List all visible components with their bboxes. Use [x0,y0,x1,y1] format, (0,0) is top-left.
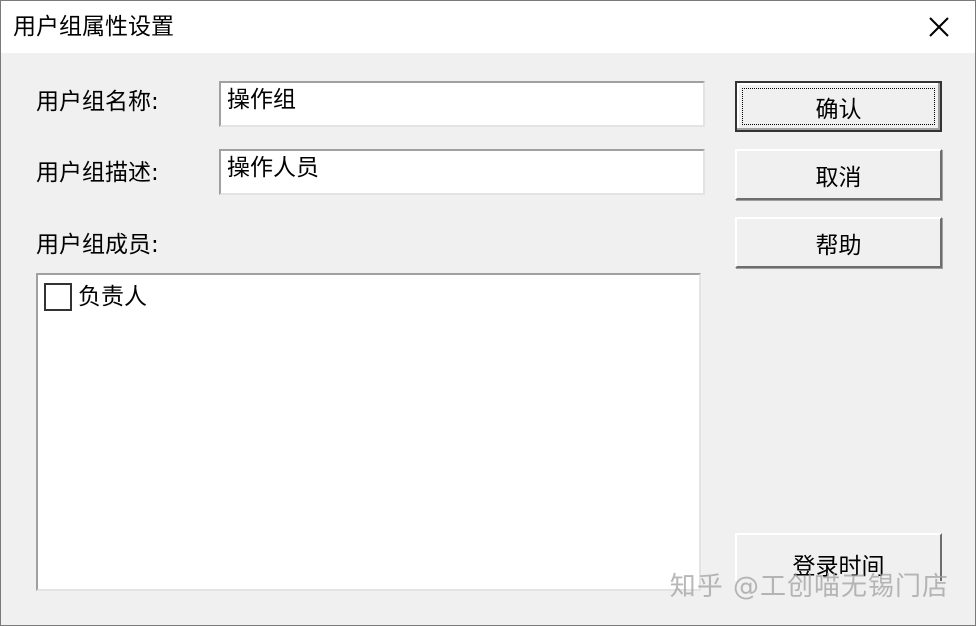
title-bar[interactable]: 用户组属性设置 [1,1,975,53]
group-desc-label: 用户组描述: [36,160,159,186]
group-name-label: 用户组名称: [36,89,159,115]
watermark: 知乎 @工创喵无锡门店 [669,572,949,602]
group-desc-value: 操作人员 [227,155,319,181]
group-name-value: 操作组 [227,87,296,113]
cancel-button-label: 取消 [815,164,862,191]
group-name-input[interactable]: 操作组 [219,81,705,127]
group-desc-input[interactable]: 操作人员 [219,149,705,195]
member-label: 负责人 [78,284,147,310]
group-members-label: 用户组成员: [36,232,159,258]
confirm-button[interactable]: 确认 [735,81,942,132]
list-item[interactable]: 负责人 [44,281,147,313]
close-button[interactable] [915,5,963,49]
members-listbox[interactable]: 负责人 [36,273,701,591]
cancel-button[interactable]: 取消 [735,149,942,200]
confirm-button-label: 确认 [815,96,862,123]
window-title: 用户组属性设置 [13,14,174,40]
help-button[interactable]: 帮助 [735,217,942,268]
help-button-label: 帮助 [815,232,862,259]
dialog-window: 用户组属性设置 用户组名称: 操作组 用户组描述: 操作人员 用户组成员: 负责… [0,0,976,626]
close-icon [929,17,949,37]
member-checkbox[interactable] [44,283,72,311]
